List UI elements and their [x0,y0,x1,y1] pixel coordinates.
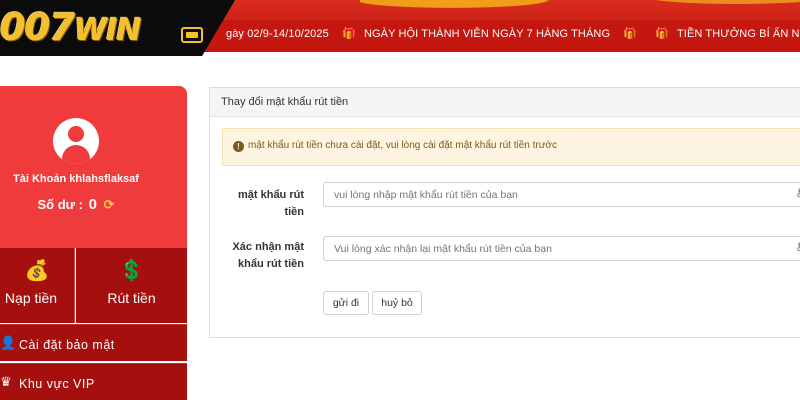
alert-text: mật khẩu rút tiền chưa cài đặt, vui lòng… [248,140,557,151]
ticker-item: NGÀY HỘI THÀNH VIÊN NGÀY 7 HÀNG THÁNG [363,28,611,40]
gift-icon: 🎁 [341,28,356,40]
withdraw-label: Rút tiền [107,290,156,306]
sidebar-item-label: Khu vực VIP [19,377,95,391]
balance-row: Số dư : 0 ⟳ [0,196,152,213]
sidebar-item-vip[interactable]: ♛ Khu vực VIP [0,363,187,400]
account-sidebar: Tài Khoản khlahsflaksaf Số dư : 0 ⟳ 💰 Nạ… [0,86,187,400]
avatar [53,118,99,164]
key-icon: ⚷ [795,187,800,199]
withdraw-button[interactable]: 💲 Rút tiền [76,248,187,323]
key-icon: ⚷ [795,241,800,253]
announcement-ticker[interactable]: gày 02/9-14/10/2025 🎁 NGÀY HỘI THÀNH VIÊ… [226,27,800,40]
avatar-body [62,145,90,164]
warning-icon: ! [233,141,244,152]
gift-icon: 🎁 [655,28,670,40]
ticker-item: gày 02/9-14/10/2025 [226,28,329,40]
site-logo: 007WIN [0,6,142,49]
logo-text-main: 007 [0,6,75,49]
label-line: mật khẩu rút [237,189,304,201]
confirm-field-label: Xác nhận mật khẩu rút tiền [210,239,304,273]
ticker-item: TIỀN THƯỞNG BÍ ẨN NGÀY 17 HÀN [676,28,800,40]
withdraw-password-input[interactable] [323,182,800,207]
money-bag-icon: 💰 [24,260,50,282]
profile-card: Tài Khoản khlahsflaksaf Số dư : 0 ⟳ [0,86,187,248]
deposit-label: Nạp tiền [4,290,58,306]
deposit-button[interactable]: 💰 Nạp tiền [0,248,75,323]
label-line: khẩu rút tiền [237,258,304,270]
warning-alert: ! mật khẩu rút tiền chưa cài đặt, vui lòn… [222,128,800,166]
account-name: Tài Khoản khlahsflaksaf [13,173,139,185]
banner-decoration [360,0,800,20]
crown-icon: ♛ [0,374,13,389]
logo-link[interactable]: 007WIN [0,0,235,56]
label-line: tiền [284,206,304,218]
refresh-icon[interactable]: ⟳ [104,197,115,213]
submit-button[interactable]: gửi đi [323,291,369,315]
password-field-label: mật khẩu rút tiền [210,187,304,221]
confirm-password-input[interactable] [323,236,800,261]
tv-icon [181,27,203,43]
panel-title: Thay đổi mật khẩu rút tiền [210,88,800,117]
site-header: gày 02/9-14/10/2025 🎁 NGÀY HỘI THÀNH VIÊ… [0,0,800,62]
hand-money-icon: 💲 [119,260,144,282]
avatar-head [68,126,84,142]
balance-label: Số dư : [37,197,84,212]
change-withdraw-password-panel: Thay đổi mật khẩu rút tiền ! mật khẩu rút… [209,87,800,338]
balance-value: 0 [88,196,97,213]
sidebar-item-label: Cài đặt bảo mật [19,338,115,352]
logo-text-win: WIN [74,13,141,48]
user-lock-icon: 👤 [0,335,17,350]
sidebar-item-security[interactable]: 👤 Cài đặt bảo mật [0,324,187,361]
label-line: Xác nhận mật [232,241,304,253]
gift-icon: 🎁 [623,28,638,40]
cancel-button[interactable]: huỷ bỏ [372,291,422,315]
